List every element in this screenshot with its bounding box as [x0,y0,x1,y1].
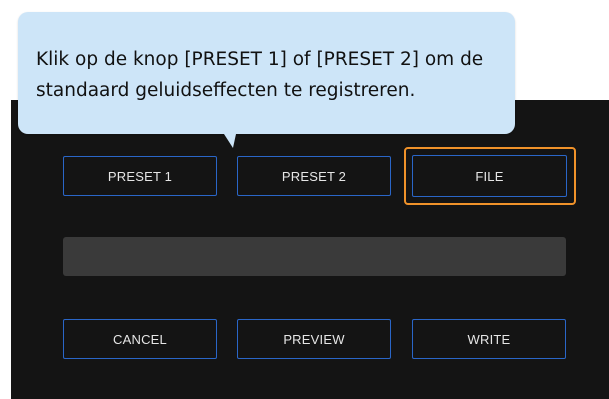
progress-bar [63,237,566,276]
preset-1-button[interactable]: PRESET 1 [63,156,217,196]
preview-button[interactable]: PREVIEW [237,319,391,359]
instruction-callout: Klik op de knop [PRESET 1] of [PRESET 2]… [18,12,515,134]
callout-text: Klik op de knop [PRESET 1] of [PRESET 2]… [36,49,484,101]
cancel-button[interactable]: CANCEL [63,319,217,359]
screen: PRESET 1 PRESET 2 FILE CANCEL PREVIEW WR… [0,0,609,399]
write-button[interactable]: WRITE [412,319,566,359]
preset-2-button[interactable]: PRESET 2 [237,156,391,196]
file-button[interactable]: FILE [412,155,567,197]
